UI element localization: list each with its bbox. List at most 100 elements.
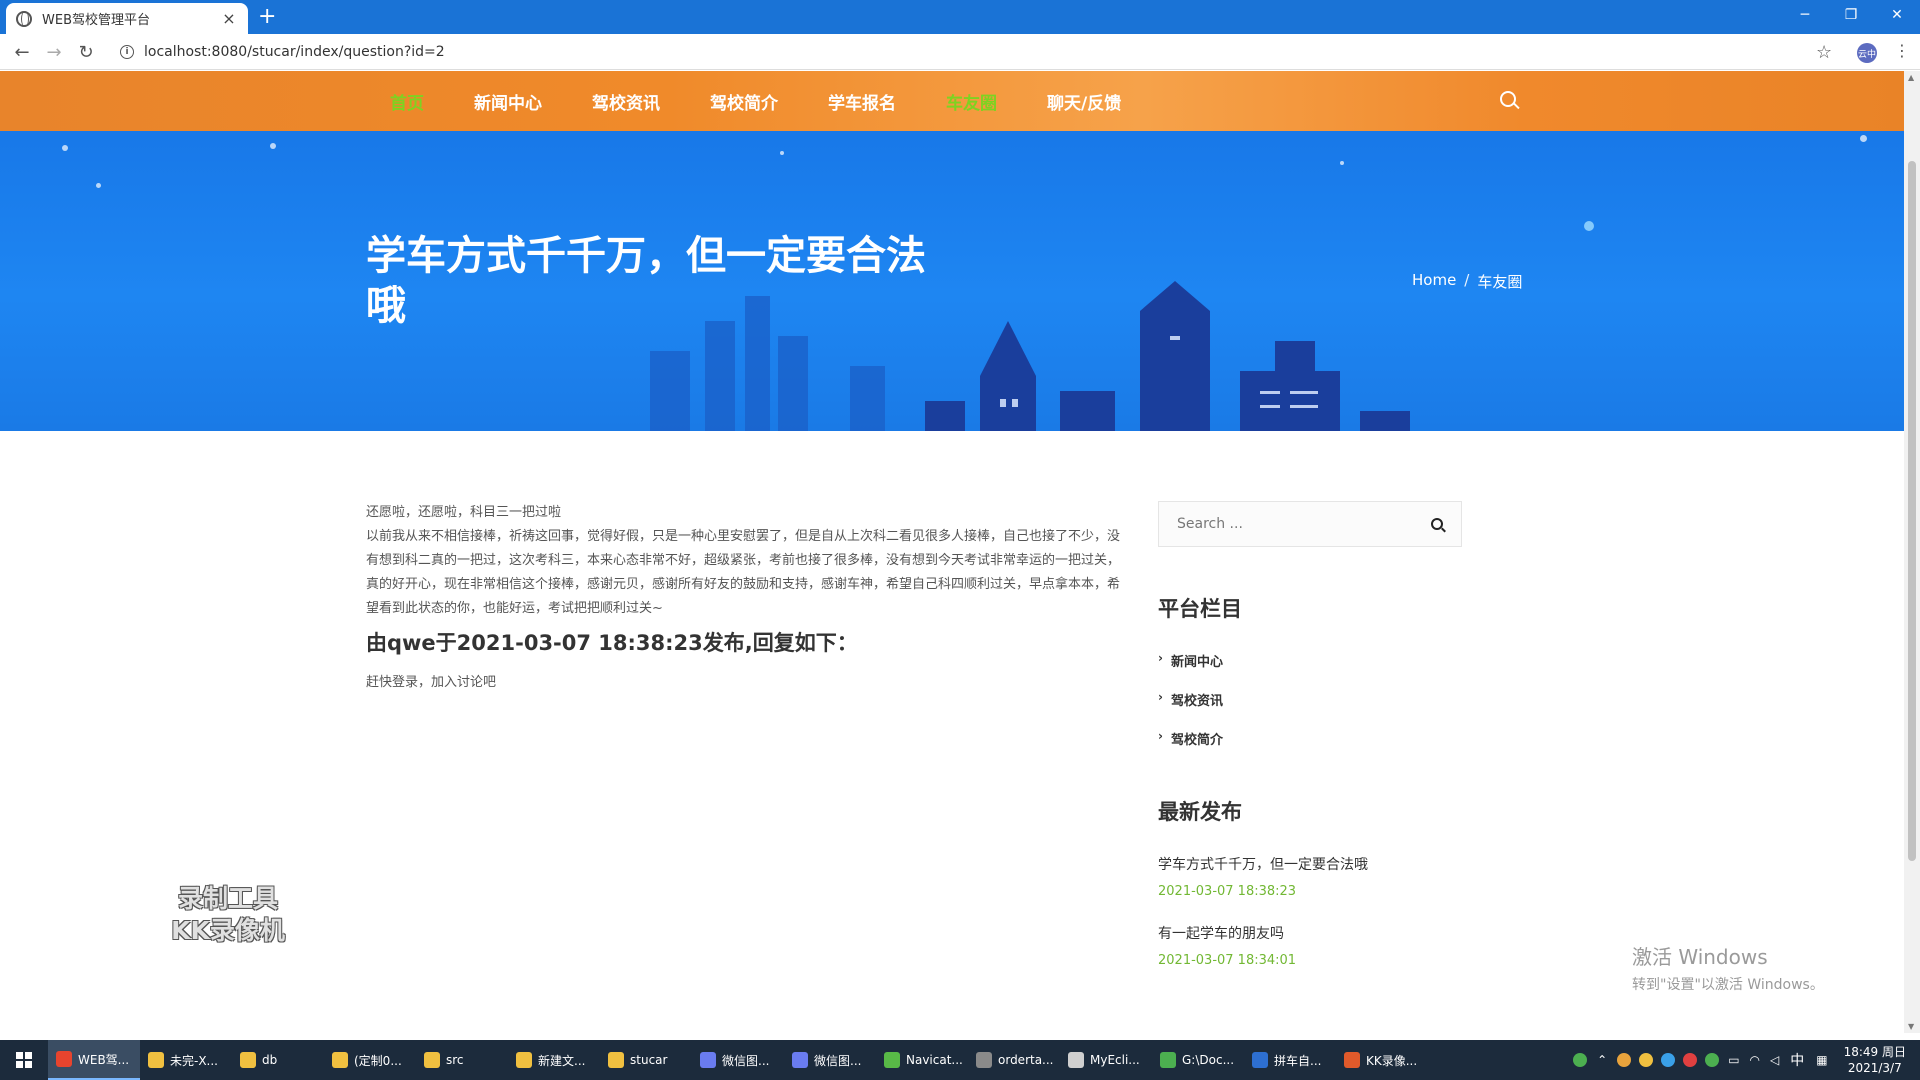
app-icon	[792, 1052, 808, 1068]
tray-app-icon[interactable]	[1573, 1053, 1588, 1067]
url-field[interactable]: i localhost:8080/stucar/index/question?i…	[112, 38, 1792, 66]
login-prompt-link[interactable]: 赶快登录，加入讨论吧	[366, 671, 1126, 690]
windows-logo-icon	[16, 1052, 32, 1068]
app-icon	[424, 1052, 440, 1068]
url-text: localhost:8080/stucar/index/question?id=…	[144, 44, 445, 60]
scroll-down-icon[interactable]: ▼	[1908, 1022, 1914, 1031]
nav-item[interactable]: 驾校简介	[710, 89, 778, 114]
post-first-line: 还愿啦，还愿啦，科目三一把过啦	[366, 505, 562, 520]
windows-activation-notice: 激活 Windows 转到"设置"以激活 Windows。	[1632, 941, 1824, 994]
latest-post-item[interactable]: 有一起学车的朋友吗 2021-03-07 18:34:01	[1158, 923, 1462, 968]
nav-item[interactable]: 学车报名	[828, 89, 896, 114]
nav-item[interactable]: 驾校资讯	[592, 89, 660, 114]
latest-post-title[interactable]: 有一起学车的朋友吗	[1158, 923, 1462, 943]
taskbar-app-button[interactable]: Navicat...	[876, 1040, 968, 1080]
volume-icon[interactable]: ◁	[1770, 1053, 1779, 1067]
tray-app-icon[interactable]	[1639, 1053, 1654, 1067]
ime-indicator[interactable]: 中	[1790, 1050, 1804, 1070]
tray-expand-icon[interactable]: ⌃	[1597, 1053, 1607, 1067]
app-icon	[1344, 1052, 1360, 1068]
taskbar-app-button[interactable]: WEB驾...	[48, 1040, 140, 1080]
new-tab-button[interactable]: +	[258, 4, 276, 29]
profile-avatar[interactable]: 云中	[1857, 43, 1877, 63]
nav-item[interactable]: 车友圈	[946, 89, 997, 114]
browser-tab-strip: WEB驾校管理平台 × + ─ ❐ ✕	[0, 0, 1920, 34]
taskbar-app-button[interactable]: stucar	[600, 1040, 692, 1080]
tray-app-icon[interactable]	[1683, 1053, 1698, 1067]
search-icon[interactable]	[1431, 518, 1443, 530]
app-icon	[976, 1052, 992, 1068]
chevron-right-icon: ›	[1158, 651, 1163, 665]
decor-dot	[96, 183, 101, 188]
taskbar-app-label: 拼车自...	[1274, 1053, 1322, 1068]
keyboard-icon[interactable]: ▦	[1816, 1053, 1827, 1067]
taskbar-app-button[interactable]: 拼车自...	[1244, 1040, 1336, 1080]
start-button[interactable]	[0, 1040, 48, 1080]
app-icon	[700, 1052, 716, 1068]
tray-app-icon[interactable]	[1617, 1053, 1632, 1067]
taskbar-app-button[interactable]: G:\Doc...	[1152, 1040, 1244, 1080]
windows-taskbar: WEB驾... 未完-X... db (定制0... src 新建文... stucar 微信…	[0, 1040, 1920, 1080]
nav-item[interactable]: 新闻中心	[474, 89, 542, 114]
browser-tab[interactable]: WEB驾校管理平台 ×	[6, 3, 248, 34]
info-icon[interactable]: i	[120, 45, 134, 59]
taskbar-app-button[interactable]: (定制0...	[324, 1040, 416, 1080]
scrollbar-thumb[interactable]	[1908, 161, 1916, 861]
decor-dot	[780, 151, 784, 155]
scroll-up-icon[interactable]: ▲	[1908, 73, 1914, 82]
taskbar-app-label: db	[262, 1053, 278, 1067]
clock[interactable]: 18:49 周日 2021/3/7	[1844, 1044, 1906, 1076]
back-button[interactable]: ←	[10, 40, 34, 64]
taskbar-app-label: orderta...	[998, 1053, 1054, 1067]
taskbar-app-button[interactable]: orderta...	[968, 1040, 1060, 1080]
restore-button[interactable]: ❐	[1828, 0, 1874, 30]
taskbar-app-button[interactable]: src	[416, 1040, 508, 1080]
app-icon	[56, 1051, 72, 1067]
chevron-right-icon: ›	[1158, 690, 1163, 704]
search-input[interactable]	[1177, 516, 1431, 532]
search-icon[interactable]	[1500, 91, 1516, 107]
app-icon	[240, 1052, 256, 1068]
breadcrumb-home-link[interactable]: Home	[1412, 271, 1456, 292]
browser-menu-icon[interactable]: ⋮	[1894, 41, 1910, 60]
breadcrumb-current: 车友圈	[1477, 273, 1523, 291]
decor-dot	[1584, 221, 1594, 231]
page-scrollbar[interactable]: ▲ ▼	[1904, 71, 1920, 1033]
latest-post-item[interactable]: 学车方式千千万，但一定要合法哦 2021-03-07 18:38:23	[1158, 854, 1462, 899]
taskbar-app-button[interactable]: MyEcli...	[1060, 1040, 1152, 1080]
category-link[interactable]: › 驾校资讯	[1158, 690, 1462, 729]
taskbar-app-button[interactable]: db	[232, 1040, 324, 1080]
breadcrumb: Home / 车友圈	[1412, 271, 1522, 292]
post-content: 还愿啦，还愿啦，科目三一把过啦 以前我从来不相信接棒，祈祷这回事，觉得好假，只是…	[366, 501, 1126, 690]
decor-dot	[62, 145, 68, 151]
battery-icon[interactable]: ▭	[1728, 1053, 1739, 1067]
taskbar-app-label: WEB驾...	[78, 1052, 130, 1067]
taskbar-app-button[interactable]: 微信图...	[784, 1040, 876, 1080]
taskbar-app-button[interactable]: 新建文...	[508, 1040, 600, 1080]
taskbar-app-label: stucar	[630, 1053, 668, 1067]
taskbar-app-button[interactable]: 微信图...	[692, 1040, 784, 1080]
taskbar-app-label: Navicat...	[906, 1053, 963, 1067]
tray-app-icon[interactable]	[1661, 1053, 1676, 1067]
category-link[interactable]: › 驾校简介	[1158, 729, 1462, 768]
minimize-button[interactable]: ─	[1782, 0, 1828, 30]
forward-button[interactable]: →	[42, 40, 66, 64]
category-label: 驾校简介	[1170, 733, 1223, 748]
nav-item[interactable]: 聊天/反馈	[1047, 89, 1121, 114]
nav-item[interactable]: 首页	[390, 89, 424, 114]
close-window-button[interactable]: ✕	[1874, 0, 1920, 30]
taskbar-app-button[interactable]: 未完-X...	[140, 1040, 232, 1080]
taskbar-app-button[interactable]: KK录像...	[1336, 1040, 1428, 1080]
tab-title: WEB驾校管理平台	[42, 13, 150, 28]
close-tab-icon[interactable]: ×	[220, 9, 238, 28]
bookmark-star-icon[interactable]: ☆	[1816, 42, 1832, 63]
post-body: 以前我从来不相信接棒，祈祷这回事，觉得好假，只是一种心里安慰罢了，但是自从上次科…	[366, 529, 1121, 616]
latest-post-date: 2021-03-07 18:34:01	[1158, 953, 1297, 968]
category-link[interactable]: › 新闻中心	[1158, 651, 1462, 690]
reload-button[interactable]: ↻	[74, 40, 98, 64]
page-viewport: 首页 新闻中心 驾校资讯 驾校简介 学车报名 车友圈 聊天/反馈 学车方式千千万…	[0, 71, 1904, 1033]
network-icon[interactable]: ◠	[1750, 1053, 1760, 1067]
latest-post-title[interactable]: 学车方式千千万，但一定要合法哦	[1158, 854, 1462, 874]
clock-date: 2021/3/7	[1847, 1061, 1902, 1075]
tray-app-icon[interactable]	[1705, 1053, 1720, 1067]
